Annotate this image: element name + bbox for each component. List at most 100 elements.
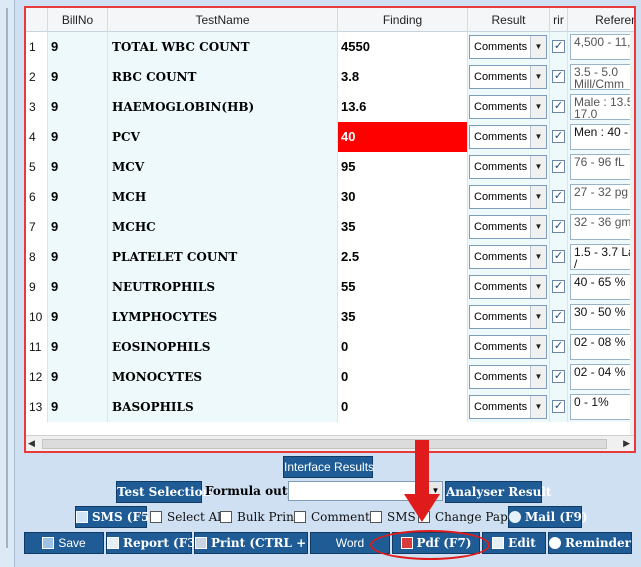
rir-checkbox[interactable]: ✓ xyxy=(552,250,565,263)
comments-option[interactable]: Comments xyxy=(294,510,376,524)
bill-no-cell[interactable]: 9 xyxy=(48,182,108,212)
bulk-print-checkbox[interactable] xyxy=(220,511,232,523)
finding-cell[interactable]: 55 xyxy=(338,272,468,302)
header-testname[interactable]: TestName xyxy=(108,8,338,32)
finding-cell[interactable]: 40 xyxy=(338,122,468,152)
report-button[interactable]: Report (F3) xyxy=(106,532,201,554)
horizontal-scrollbar[interactable]: ◀ ▶ xyxy=(26,435,634,451)
chevron-down-icon[interactable]: ▼ xyxy=(530,186,546,208)
result-dropdown[interactable]: Comments ▼ xyxy=(469,155,547,179)
reference-textbox[interactable]: 4,500 - 11,000 xyxy=(570,34,634,60)
table-row[interactable]: 49PCV40Comments▼✓Men : 40 - 52 % xyxy=(26,122,634,152)
table-row[interactable]: 13 9 BASOPHILS 0 Comments ▼ ✓ 0 - 1% xyxy=(26,392,634,422)
chevron-down-icon[interactable]: ▼ xyxy=(530,276,546,298)
finding-cell[interactable]: 35 xyxy=(338,302,468,332)
finding-cell[interactable]: 4550 xyxy=(338,32,468,62)
reference-textbox[interactable]: 32 - 36 gm xyxy=(570,214,634,240)
bill-no-cell[interactable]: 9 xyxy=(48,32,108,62)
table-row[interactable]: 11 9 EOSINOPHILS 0 Comments ▼ ✓ 02 - 08 % xyxy=(26,332,634,362)
finding-cell[interactable]: 13.6 xyxy=(338,92,468,122)
chevron-down-icon[interactable]: ▼ xyxy=(530,246,546,268)
table-row[interactable]: 8 9 PLATELET COUNT 2.5 Comments ▼ ✓ 1.5 - 3.7 L… xyxy=(26,242,634,272)
rir-checkbox[interactable]: ✓ xyxy=(552,160,565,173)
bill-no-cell[interactable]: 9 xyxy=(48,272,108,302)
reference-textbox[interactable]: 0 - 1% xyxy=(570,394,634,420)
rir-checkbox[interactable]: ✓ xyxy=(552,310,565,323)
bill-no-cell[interactable]: 9 xyxy=(48,92,108,122)
bill-no-cell[interactable]: 9 xyxy=(48,62,108,92)
print-button[interactable]: Print (CTRL + P) xyxy=(194,532,325,554)
header-result[interactable]: Result xyxy=(468,8,550,32)
chevron-down-icon[interactable]: ▼ xyxy=(530,66,546,88)
table-row[interactable]: 2 9 RBC COUNT 3.8 Comments ▼ ✓ 3.5 - 5.0 Mill/C… xyxy=(26,62,634,92)
table-row[interactable]: 12 9 MONOCYTES 0 Comments ▼ ✓ 02 - 04 % xyxy=(26,362,634,392)
sms-checkbox[interactable] xyxy=(370,511,382,523)
result-dropdown[interactable]: Comments ▼ xyxy=(469,365,547,389)
chevron-down-icon[interactable]: ▼ xyxy=(530,96,546,118)
chevron-down-icon[interactable]: ▼ xyxy=(530,126,546,148)
header-rir[interactable]: rir xyxy=(550,8,568,32)
rir-checkbox[interactable]: ✓ xyxy=(552,130,565,143)
rir-checkbox[interactable]: ✓ xyxy=(552,400,565,413)
test-name-cell[interactable]: LYMPHOCYTES xyxy=(108,302,338,332)
test-name-cell[interactable]: MCH xyxy=(108,182,338,212)
bulk-print-option[interactable]: Bulk Print xyxy=(220,510,299,524)
mail-button[interactable]: Mail (F9) xyxy=(508,506,588,528)
result-dropdown[interactable]: Comments ▼ xyxy=(469,65,547,89)
reference-textbox[interactable]: 27 - 32 pg xyxy=(570,184,634,210)
test-name-cell[interactable]: NEUTROPHILS xyxy=(108,272,338,302)
select-all-option[interactable]: Select All xyxy=(150,510,225,524)
rir-checkbox[interactable]: ✓ xyxy=(552,370,565,383)
header-reference[interactable]: Referen xyxy=(568,8,634,32)
test-name-cell[interactable]: MONOCYTES xyxy=(108,362,338,392)
rir-checkbox[interactable]: ✓ xyxy=(552,40,565,53)
result-dropdown[interactable]: Comments ▼ xyxy=(469,215,547,239)
finding-cell[interactable]: 3.8 xyxy=(338,62,468,92)
test-name-cell[interactable]: RBC COUNT xyxy=(108,62,338,92)
table-row[interactable]: 3 9 HAEMOGLOBIN(HB) 13.6 Comments ▼ ✓ Male : 13… xyxy=(26,92,634,122)
table-row[interactable]: 1 9 TOTAL WBC COUNT 4550 Comments ▼ ✓ 4,500 - 1… xyxy=(26,32,634,62)
chevron-down-icon[interactable]: ▼ xyxy=(530,336,546,358)
finding-cell[interactable]: 0 xyxy=(338,332,468,362)
result-dropdown[interactable]: Comments ▼ xyxy=(469,275,547,299)
rir-checkbox[interactable]: ✓ xyxy=(552,100,565,113)
chevron-down-icon[interactable]: ▼ xyxy=(530,366,546,388)
result-dropdown[interactable]: Comments ▼ xyxy=(469,125,547,149)
chevron-down-icon[interactable]: ▼ xyxy=(530,216,546,238)
scroll-left-icon[interactable]: ◀ xyxy=(28,438,35,449)
finding-cell[interactable]: 35 xyxy=(338,212,468,242)
header-finding[interactable]: Finding xyxy=(338,8,468,32)
scroll-right-icon[interactable]: ▶ xyxy=(623,438,630,449)
result-dropdown[interactable]: Comments ▼ xyxy=(469,395,547,419)
bill-no-cell[interactable]: 9 xyxy=(48,152,108,182)
test-selection-button[interactable]: Test Selection xyxy=(116,481,211,503)
analyser-result-button[interactable]: Analyser Result xyxy=(445,481,551,503)
table-row[interactable]: 6 9 MCH 30 Comments ▼ ✓ 27 - 32 pg xyxy=(26,182,634,212)
select-all-checkbox[interactable] xyxy=(150,511,162,523)
reference-textbox[interactable]: 76 - 96 fL xyxy=(570,154,634,180)
bill-no-cell[interactable]: 9 xyxy=(48,242,108,272)
test-name-cell[interactable]: MCV xyxy=(108,152,338,182)
test-name-cell[interactable]: HAEMOGLOBIN(HB) xyxy=(108,92,338,122)
reference-textbox[interactable]: 02 - 04 % xyxy=(570,364,634,390)
bill-no-cell[interactable]: 9 xyxy=(48,122,108,152)
chevron-down-icon[interactable]: ▼ xyxy=(530,156,546,178)
finding-cell[interactable]: 0 xyxy=(338,392,468,422)
test-name-cell[interactable]: EOSINOPHILS xyxy=(108,332,338,362)
bill-no-cell[interactable]: 9 xyxy=(48,332,108,362)
finding-cell[interactable]: 2.5 xyxy=(338,242,468,272)
bill-no-cell[interactable]: 9 xyxy=(48,392,108,422)
chevron-down-icon[interactable]: ▼ xyxy=(530,36,546,58)
test-name-cell[interactable]: PLATELET COUNT xyxy=(108,242,338,272)
reference-textbox[interactable]: 02 - 08 % xyxy=(570,334,634,360)
chevron-down-icon[interactable]: ▼ xyxy=(530,396,546,418)
result-dropdown[interactable]: Comments ▼ xyxy=(469,305,547,329)
chevron-down-icon[interactable]: ▼ xyxy=(530,306,546,328)
bill-no-cell[interactable]: 9 xyxy=(48,362,108,392)
scroll-thumb[interactable] xyxy=(42,439,607,449)
rir-checkbox[interactable]: ✓ xyxy=(552,220,565,233)
rir-checkbox[interactable]: ✓ xyxy=(552,70,565,83)
finding-cell[interactable]: 95 xyxy=(338,152,468,182)
bill-no-cell[interactable]: 9 xyxy=(48,302,108,332)
edit-button[interactable]: Edit xyxy=(482,532,546,554)
